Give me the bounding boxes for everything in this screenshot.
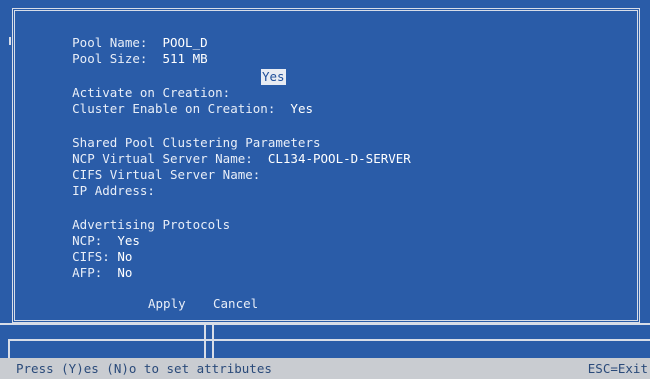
cancel-button[interactable]: Cancel	[213, 296, 258, 312]
lower-inner-frame	[8, 339, 650, 360]
pool-attributes-dialog: Pool Name: POOL_D Pool Size: 511 MB Acti…	[9, 8, 640, 323]
cluster-enable-value[interactable]: Yes	[290, 101, 313, 116]
ip-address-label: IP Address:	[72, 183, 155, 198]
status-hint: Press (Y)es (N)o to set attributes	[16, 361, 272, 376]
afp-protocol-row: AFP: No	[27, 249, 132, 297]
lower-panel-frame	[0, 323, 650, 360]
pool-size-label: Pool Size:	[72, 51, 148, 66]
frame-tick	[9, 37, 11, 45]
terminal-screen: Pool Name: POOL_D Pool Size: 511 MB Acti…	[0, 0, 650, 360]
afp-protocol-value[interactable]: No	[117, 265, 132, 280]
apply-button[interactable]: Apply	[148, 296, 186, 312]
exit-hint[interactable]: ESC=Exit	[588, 358, 648, 379]
ncp-server-value[interactable]: CL134-POOL-D-SERVER	[268, 151, 411, 166]
activate-value-field[interactable]: Yes	[261, 69, 286, 85]
status-bar: Press (Y)es (N)o to set attributes ESC=E…	[0, 358, 650, 379]
panel-divider	[204, 325, 214, 360]
cluster-enable-label: Cluster Enable on Creation:	[72, 101, 276, 116]
pool-size-value: 511 MB	[162, 51, 208, 66]
afp-protocol-label: AFP:	[72, 265, 103, 280]
